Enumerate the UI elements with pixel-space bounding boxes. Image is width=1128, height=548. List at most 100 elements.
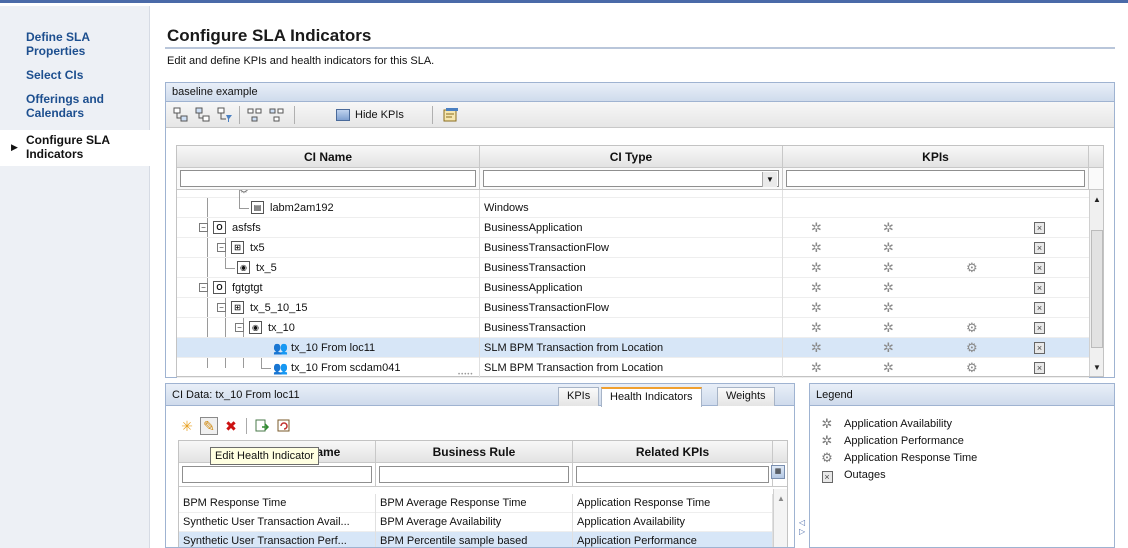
wizard-step-define-sla-properties[interactable]: Define SLA Properties	[26, 30, 146, 58]
table-row[interactable]: ⚙	[177, 190, 1089, 198]
table-row[interactable]: 👥 tx_10 From scdam041 SLM BPM Transactio…	[177, 358, 1089, 378]
top-border	[0, 0, 1128, 3]
performance-icon[interactable]: ✲	[883, 361, 894, 375]
health-indicator-scrollbar[interactable]: ▲	[773, 489, 788, 547]
business-rule-filter-input[interactable]	[379, 466, 569, 483]
response-time-icon[interactable]: ⚙	[966, 321, 978, 335]
table-row[interactable]: Synthetic User Transaction Avail... BPM …	[179, 513, 773, 532]
business-transaction-icon: ◉	[249, 321, 262, 334]
table-row-selected[interactable]: Synthetic User Transaction Perf... BPM P…	[179, 532, 773, 547]
outages-icon[interactable]: ×	[1034, 322, 1045, 334]
column-header-ci-type[interactable]: CI Type	[480, 146, 783, 167]
scroll-up-icon[interactable]: ▲	[1090, 192, 1104, 206]
column-header-business-rule[interactable]: Business Rule	[376, 441, 573, 462]
flat-view-icon[interactable]	[268, 106, 286, 124]
collapse-node-icon[interactable]: −	[217, 243, 226, 252]
performance-icon[interactable]: ✲	[883, 301, 894, 315]
performance-icon[interactable]: ✲	[883, 321, 894, 335]
sla-indicators-panel: baseline example Hide KPIs CI Name CI Ty…	[165, 82, 1115, 378]
wizard-step-configure-sla-indicators[interactable]: Configure SLA Indicators	[26, 133, 146, 161]
panel-splitter-arrows-icon[interactable]: ◁ ▷	[799, 518, 805, 536]
tab-kpis[interactable]: KPIs	[558, 387, 600, 406]
table-row[interactable]: ▤ labm2am192 Windows	[177, 198, 1089, 218]
outages-icon[interactable]: ×	[1034, 242, 1045, 254]
hi-name-filter-input[interactable]	[182, 466, 372, 483]
wizard-step-offerings-calendars[interactable]: Offerings and Calendars	[26, 92, 146, 120]
ci-name: fgtgtgt	[232, 282, 263, 294]
column-header-related-kpis[interactable]: Related KPIs	[573, 441, 773, 462]
ci-type: BusinessApplication	[480, 278, 783, 298]
filter-tree-icon[interactable]	[216, 106, 234, 124]
table-row[interactable]: − ⊞ tx5 BusinessTransactionFlow ✲ ✲ ×	[177, 238, 1089, 258]
performance-icon[interactable]: ✲	[883, 261, 894, 275]
properties-icon[interactable]	[442, 106, 460, 124]
outages-icon[interactable]: ×	[1034, 222, 1045, 234]
availability-icon[interactable]: ✲	[811, 301, 822, 315]
column-chooser-icon[interactable]: ▦	[771, 465, 785, 479]
outages-icon[interactable]: ×	[1034, 282, 1045, 294]
import-icon[interactable]	[253, 417, 271, 435]
edit-health-indicator-button[interactable]: ✎	[200, 417, 218, 435]
wizard-step-select-cis[interactable]: Select CIs	[26, 68, 146, 82]
table-row[interactable]: − O fgtgtgt BusinessApplication ✲ ✲ ×	[177, 278, 1089, 298]
title-divider	[165, 47, 1115, 49]
performance-icon[interactable]: ✲	[883, 341, 894, 355]
scroll-thumb[interactable]	[1091, 230, 1103, 348]
business-transaction-icon: ◉	[237, 261, 250, 274]
restore-defaults-icon[interactable]	[275, 417, 293, 435]
ci-type: BusinessTransaction	[480, 318, 783, 338]
tree-view-icon[interactable]	[246, 106, 264, 124]
table-row[interactable]: BPM Response Time BPM Average Response T…	[179, 494, 773, 513]
new-icon[interactable]: ✳	[178, 417, 196, 435]
ci-name: tx_10 From loc11	[291, 342, 376, 354]
related-kpis-filter-input[interactable]	[576, 466, 769, 483]
collapse-node-icon[interactable]: −	[217, 303, 226, 312]
table-row[interactable]: − O asfsfs BusinessApplication ✲ ✲ ×	[177, 218, 1089, 238]
ci-grid-scrollbar[interactable]: ▲ ▼	[1089, 190, 1103, 376]
performance-icon[interactable]: ✲	[883, 241, 894, 255]
table-row[interactable]: ◉ tx_5 BusinessTransaction ✲ ✲ ⚙ ×	[177, 258, 1089, 278]
column-header-kpis[interactable]: KPIs	[783, 146, 1089, 167]
tab-health-indicators[interactable]: Health Indicators	[601, 387, 702, 407]
table-row[interactable]: − ◉ tx_10 BusinessTransaction ✲ ✲ ⚙ ×	[177, 318, 1089, 338]
outages-icon[interactable]: ×	[1034, 262, 1045, 274]
collapse-node-icon[interactable]: −	[199, 283, 208, 292]
response-time-icon[interactable]: ⚙	[966, 361, 978, 375]
response-time-icon[interactable]: ⚙	[966, 261, 978, 275]
availability-icon[interactable]: ✲	[811, 241, 822, 255]
ci-type-filter-select[interactable]	[483, 170, 779, 187]
collapse-all-icon[interactable]	[194, 106, 212, 124]
splitter-handle[interactable]: •••••	[458, 372, 498, 378]
panel-title: baseline example	[166, 83, 1114, 102]
ci-tree-body: ⚙ ▤ labm2am192 Windows − O asfsfs Busine…	[177, 190, 1089, 378]
kpis-filter-input[interactable]	[786, 170, 1085, 187]
hide-kpis-button[interactable]: Hide KPIs	[336, 106, 404, 124]
performance-icon[interactable]: ✲	[883, 281, 894, 295]
scroll-up-icon[interactable]: ▲	[774, 491, 788, 505]
availability-icon[interactable]: ✲	[811, 281, 822, 295]
availability-icon[interactable]: ✲	[811, 261, 822, 275]
performance-icon: ✲	[821, 433, 833, 448]
chevron-down-icon[interactable]: ▼	[762, 172, 777, 187]
availability-icon[interactable]: ✲	[811, 341, 822, 355]
collapse-node-icon[interactable]: −	[199, 223, 208, 232]
ci-type: BusinessTransactionFlow	[480, 298, 783, 318]
availability-icon[interactable]: ✲	[811, 361, 822, 375]
table-row-selected[interactable]: 👥 tx_10 From loc11 SLM BPM Transaction f…	[177, 338, 1089, 358]
performance-icon[interactable]: ✲	[883, 221, 894, 235]
scroll-down-icon[interactable]: ▼	[1090, 360, 1104, 374]
availability-icon[interactable]: ✲	[811, 221, 822, 235]
column-header-ci-name[interactable]: CI Name	[177, 146, 480, 167]
outages-icon[interactable]: ×	[1034, 302, 1045, 314]
availability-icon[interactable]: ✲	[811, 321, 822, 335]
delete-icon[interactable]: ✖	[222, 417, 240, 435]
collapse-node-icon[interactable]: −	[235, 323, 244, 332]
response-time-icon[interactable]: ⚙	[966, 341, 978, 355]
outages-icon[interactable]: ×	[1034, 362, 1045, 374]
tab-weights[interactable]: Weights	[717, 387, 775, 406]
expand-all-icon[interactable]	[172, 106, 190, 124]
ci-type: SLM BPM Transaction from Location	[480, 358, 783, 378]
outages-icon[interactable]: ×	[1034, 342, 1045, 354]
table-row[interactable]: − ⊞ tx_5_10_15 BusinessTransactionFlow ✲…	[177, 298, 1089, 318]
ci-name-filter-input[interactable]	[180, 170, 476, 187]
